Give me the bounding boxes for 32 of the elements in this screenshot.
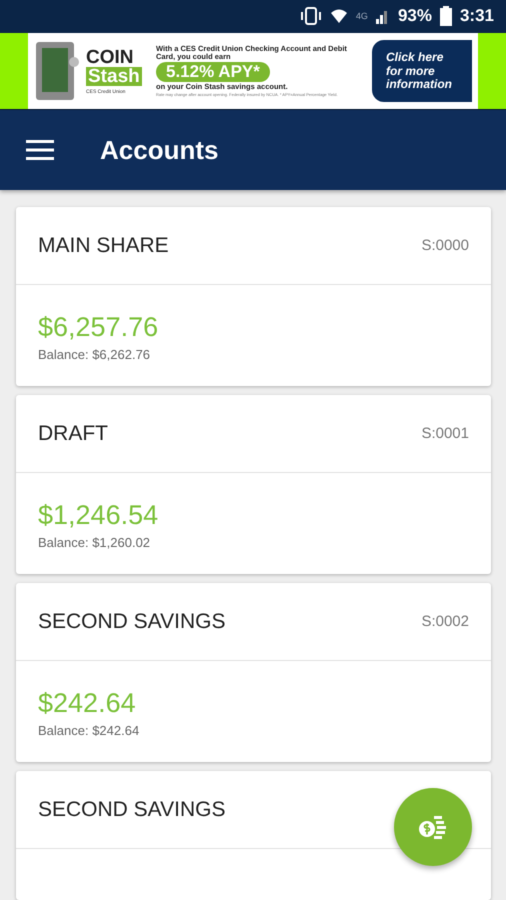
network-type: 4G (356, 11, 368, 22)
coins-icon (418, 814, 448, 840)
account-name: DRAFT (38, 422, 108, 446)
account-name: MAIN SHARE (38, 234, 169, 258)
account-card[interactable]: DRAFT S:0001 $1,246.54 Balance: $1,260.02 (16, 395, 491, 574)
available-amount: $6,257.76 (38, 312, 160, 343)
account-name: SECOND SAVINGS (38, 610, 226, 634)
rate-badge: 5.12% APY* (156, 62, 270, 82)
balance-text: Balance: $6,262.76 (38, 347, 152, 362)
page-title: Accounts (100, 134, 218, 166)
account-card[interactable]: SECOND SAVINGS S:0002 $242.64 Balance: $242.64 (16, 583, 491, 762)
signal-icon (376, 8, 390, 24)
balance-text: Balance: $1,260.02 (38, 535, 152, 550)
vibrate-icon (300, 7, 322, 26)
balance-text: Balance: $242.64 (38, 723, 140, 738)
available-amount: $1,246.54 (38, 500, 160, 531)
account-card[interactable]: MAIN SHARE S:0000 $6,257.76 Balance: $6,262.76 (16, 207, 491, 386)
ad-banner[interactable] (0, 32, 506, 110)
brand-name: COIN (86, 48, 134, 67)
brand-name: Stash (86, 66, 142, 86)
wifi-icon (330, 7, 348, 26)
account-id: S:0002 (421, 613, 469, 630)
account-card[interactable]: SECOND SAVINGS (16, 771, 491, 900)
available-amount: $242.64 (38, 688, 137, 719)
battery-percent: 93% (398, 6, 432, 26)
clock: 3:31 (460, 6, 494, 26)
account-id: S:0001 (421, 425, 469, 442)
account-name: SECOND SAVINGS (38, 798, 226, 822)
more-info-button[interactable]: Click here for more information (372, 40, 472, 102)
account-id: S:0000 (421, 237, 469, 254)
menu-icon[interactable] (26, 140, 54, 160)
battery-icon (440, 6, 452, 26)
